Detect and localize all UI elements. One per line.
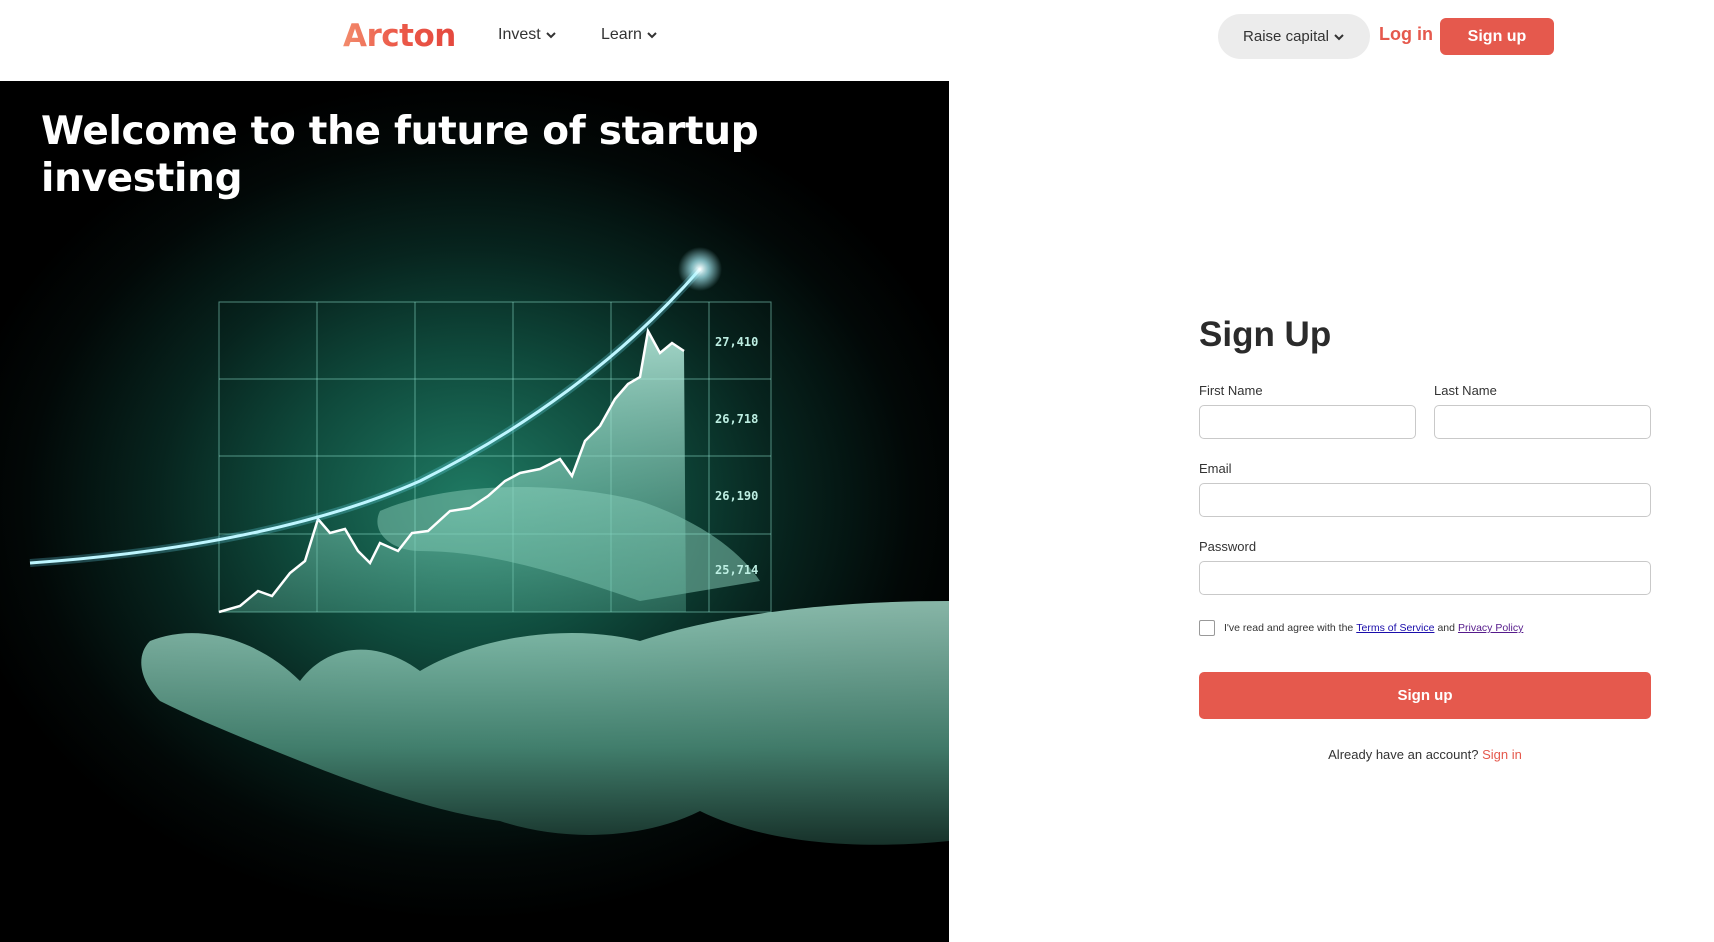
last-name-group: Last Name [1434, 383, 1651, 439]
form-title: Sign Up [1199, 315, 1332, 354]
first-name-input[interactable] [1199, 405, 1416, 439]
logo-text: Arcton [343, 18, 456, 54]
already-account-text: Already have an account? [1328, 747, 1479, 762]
first-name-label: First Name [1199, 383, 1263, 398]
chevron-down-icon [1334, 33, 1344, 40]
email-label: Email [1199, 461, 1232, 476]
password-group: Password [1199, 539, 1651, 595]
top-navigation: Arcton Invest Learn Raise capital Log in… [0, 0, 1714, 81]
signup-submit-button[interactable]: Sign up [1199, 672, 1651, 719]
privacy-policy-link[interactable]: Privacy Policy [1458, 622, 1523, 634]
agree-and-text: and [1437, 622, 1455, 634]
arcton-logo[interactable]: Arcton [343, 14, 456, 58]
terms-of-service-link[interactable]: Terms of Service [1356, 622, 1434, 634]
email-group: Email [1199, 461, 1651, 517]
password-label: Password [1199, 539, 1257, 554]
chevron-down-icon [647, 32, 657, 39]
nav-learn[interactable]: Learn [601, 26, 658, 44]
agree-text: I've read and agree with the [1224, 622, 1354, 634]
signin-prompt: Already have an account? Sign in [1199, 747, 1651, 762]
raise-capital-button[interactable]: Raise capital [1218, 14, 1370, 59]
email-input[interactable] [1199, 483, 1651, 517]
login-link[interactable]: Log in [1379, 24, 1433, 45]
hero-chart-hand-illustration: 27,410 26,718 26,190 25,714 [29, 247, 949, 845]
terms-agreement: I've read and agree with the Terms of Se… [1199, 620, 1651, 636]
chart-tick-3: 26,190 [715, 489, 758, 503]
last-name-label: Last Name [1434, 383, 1497, 398]
signup-header-button[interactable]: Sign up [1440, 18, 1554, 55]
raise-capital-label: Raise capital [1243, 28, 1329, 45]
nav-invest-label: Invest [498, 26, 541, 43]
nav-invest[interactable]: Invest [498, 26, 557, 44]
chart-tick-1: 27,410 [715, 335, 758, 349]
signin-link[interactable]: Sign in [1482, 747, 1522, 762]
chart-tick-2: 26,718 [715, 412, 758, 426]
chevron-down-icon [545, 32, 556, 39]
hero-title: Welcome to the future of startup investi… [41, 109, 759, 201]
chart-tick-4: 25,714 [715, 563, 758, 577]
hero-banner: 27,410 26,718 26,190 25,714 Welcome to t… [0, 81, 949, 942]
last-name-input[interactable] [1434, 405, 1651, 439]
signup-form: Sign Up First Name Last Name Email Passw… [1199, 315, 1651, 762]
first-name-group: First Name [1199, 383, 1416, 439]
password-input[interactable] [1199, 561, 1651, 595]
terms-checkbox[interactable] [1199, 620, 1215, 636]
nav-learn-label: Learn [601, 26, 642, 43]
